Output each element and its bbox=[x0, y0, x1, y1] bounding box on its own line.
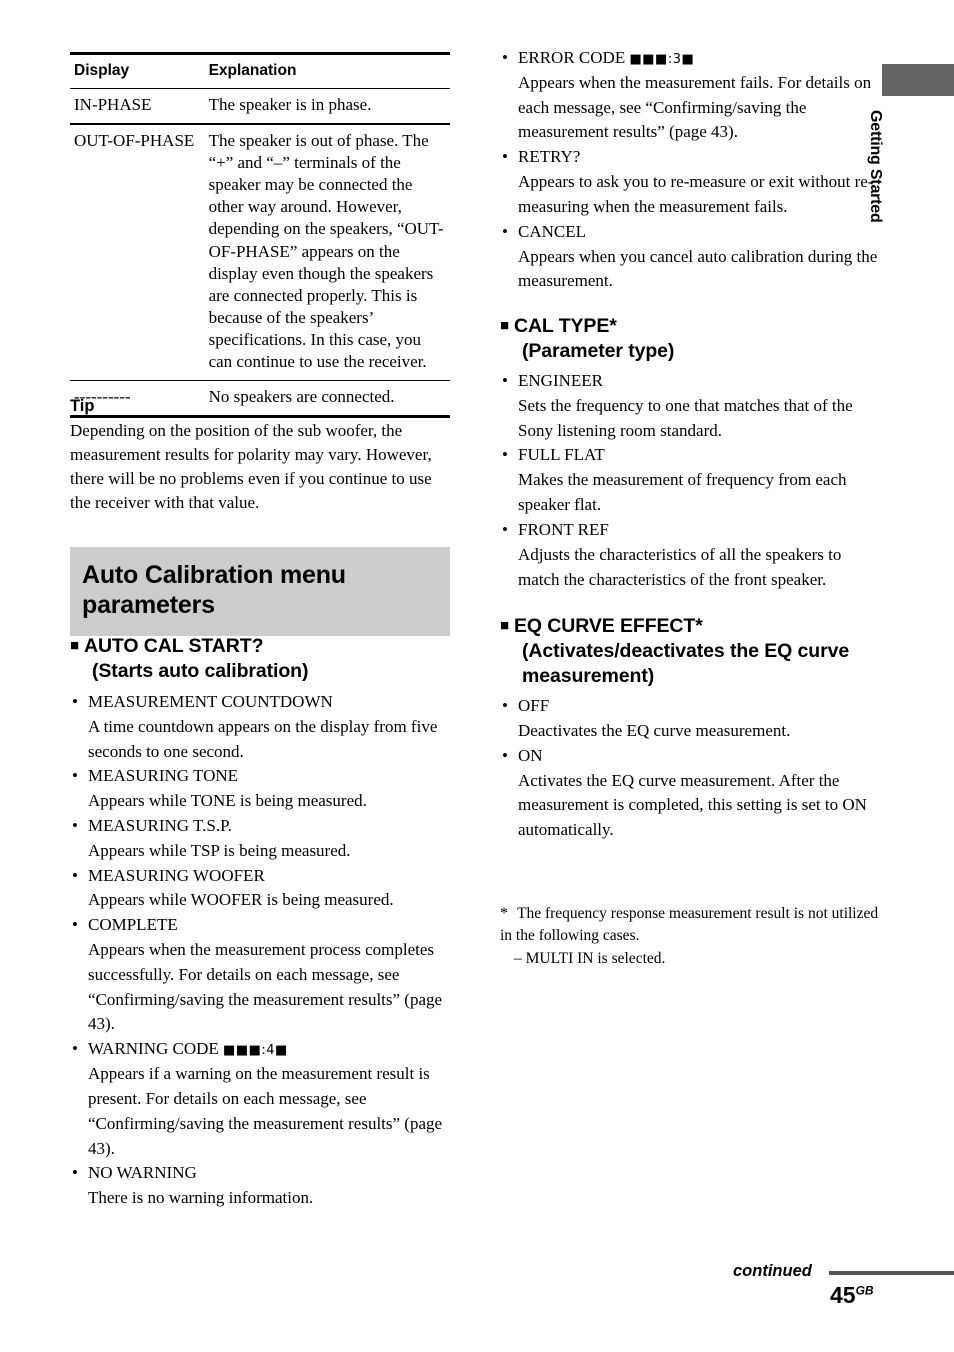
list-item-desc: Adjusts the characteristics of all the s… bbox=[518, 544, 842, 589]
list-item-term: MEASURING WOOFER bbox=[88, 865, 265, 885]
list-item: • FULL FLAT Makes the measurement of fre… bbox=[500, 443, 882, 517]
bullet-icon: • bbox=[502, 519, 508, 539]
footnote-sub-item: – MULTI IN is selected. bbox=[514, 949, 666, 967]
list-item-term: NO WARNING bbox=[88, 1163, 197, 1183]
list-item-code: ■■■:4■ bbox=[223, 1043, 288, 1059]
heading-title: EQ CURVE EFFECT* bbox=[513, 615, 703, 638]
list-item: • MEASUREMENT COUNTDOWN A time countdown… bbox=[70, 690, 452, 764]
square-bullet-icon: ■ bbox=[500, 617, 509, 635]
list-item-desc: Appears if a warning on the measurement … bbox=[88, 1064, 443, 1158]
list-item-term: FULL FLAT bbox=[518, 445, 605, 465]
list-item-desc: Appears when you cancel auto calibration… bbox=[518, 246, 878, 291]
list-item-term: COMPLETE bbox=[88, 915, 178, 935]
list-item-desc: Makes the measurement of frequency from … bbox=[518, 470, 847, 515]
list-error-codes: • ERROR CODE ■■■:3■ Appears when the mea… bbox=[500, 46, 882, 294]
heading-cal-type: ■ CAL TYPE* (Parameter type) bbox=[500, 314, 882, 364]
page-number: 45GB bbox=[830, 1282, 874, 1309]
bullet-icon: • bbox=[72, 865, 78, 885]
left-column: ■ AUTO CAL START? (Starts auto calibratio… bbox=[70, 0, 452, 1211]
list-item-term: RETRY? bbox=[518, 147, 581, 167]
list-item-desc: Appears while TSP is being measured. bbox=[88, 840, 351, 860]
list-item: • CANCEL Appears when you cancel auto ca… bbox=[500, 220, 882, 294]
list-item-code: ■■■:3■ bbox=[629, 52, 695, 67]
list-item-desc: Sets the frequency to one that matches t… bbox=[518, 395, 853, 440]
heading-title: AUTO CAL START? bbox=[83, 635, 264, 657]
heading-subtitle: (Starts auto calibration) bbox=[92, 659, 309, 682]
heading-auto-cal-start: ■ AUTO CAL START? (Starts auto calibratio… bbox=[70, 634, 452, 684]
bullet-icon: • bbox=[502, 745, 508, 765]
list-item-term: ERROR CODE bbox=[518, 48, 630, 67]
bullet-icon: • bbox=[72, 815, 78, 835]
footnote-marker: * bbox=[500, 905, 508, 922]
list-item-term: MEASURING T.S.P. bbox=[88, 815, 232, 835]
list-item: • COMPLETE Appears when the measurement … bbox=[70, 913, 452, 1037]
list-item-desc: Appears when the measurement fails. For … bbox=[518, 72, 872, 142]
page-number-value: 45 bbox=[830, 1282, 856, 1308]
heading-title: CAL TYPE* bbox=[513, 315, 617, 338]
bullet-icon: • bbox=[72, 1039, 78, 1059]
right-column: • ERROR CODE ■■■:3■ Appears when the mea… bbox=[500, 0, 882, 843]
list-item-desc: A time countdown appears on the display … bbox=[88, 716, 438, 761]
list-item: • WARNING CODE ■■■:4■ Appears if a warni… bbox=[70, 1037, 452, 1161]
bullet-icon: • bbox=[502, 221, 508, 241]
bullet-icon: • bbox=[72, 1163, 78, 1183]
heading-subtitle: (Activates/deactivates the EQ curve meas… bbox=[522, 640, 850, 688]
list-item: • MEASURING WOOFER Appears while WOOFER … bbox=[70, 864, 452, 914]
list-item-desc: Appears while WOOFER is being measured. bbox=[88, 890, 394, 910]
bullet-icon: • bbox=[72, 691, 78, 711]
list-item-desc: There is no warning information. bbox=[88, 1188, 314, 1208]
document-page: Getting Started Display Explanation IN-P… bbox=[0, 0, 954, 1352]
list-item-desc: Appears while TONE is being measured. bbox=[88, 791, 367, 811]
list-item: • NO WARNING There is no warning informa… bbox=[70, 1161, 452, 1211]
square-bullet-icon: ■ bbox=[500, 317, 509, 335]
list-item-desc: Appears to ask you to re-measure or exit… bbox=[518, 172, 874, 216]
list-item-term: WARNING CODE bbox=[88, 1039, 224, 1059]
heading-eq-curve-effect: ■ EQ CURVE EFFECT* (Activates/deactivates… bbox=[500, 614, 882, 689]
list-item: • ENGINEER Sets the frequency to one tha… bbox=[500, 369, 882, 443]
bullet-icon: • bbox=[72, 915, 78, 935]
bullet-icon: • bbox=[502, 147, 508, 167]
section-tab-block bbox=[882, 64, 954, 96]
list-item-term: ENGINEER bbox=[518, 371, 603, 391]
bullet-icon: • bbox=[502, 445, 508, 465]
footer-rule bbox=[829, 1271, 954, 1275]
list-item: • RETRY? Appears to ask you to re-measur… bbox=[500, 145, 882, 219]
list-item: • MEASURING T.S.P. Appears while TSP is … bbox=[70, 814, 452, 864]
list-item: • ON Activates the EQ curve measurement.… bbox=[500, 744, 882, 843]
list-item-desc: Activates the EQ curve measurement. Afte… bbox=[518, 770, 867, 840]
list-item-term: MEASUREMENT COUNTDOWN bbox=[88, 691, 333, 711]
list-item-term: CANCEL bbox=[518, 221, 586, 241]
list-eq-curve-effect: • OFF Deactivates the EQ curve measureme… bbox=[500, 694, 882, 843]
list-item: • ERROR CODE ■■■:3■ Appears when the mea… bbox=[500, 46, 882, 145]
list-cal-type: • ENGINEER Sets the frequency to one tha… bbox=[500, 369, 882, 592]
bullet-icon: • bbox=[502, 48, 508, 67]
list-item-term: ON bbox=[518, 745, 543, 765]
list-item-term: MEASURING TONE bbox=[88, 766, 239, 786]
list-item: • FRONT REF Adjusts the characteristics … bbox=[500, 518, 882, 592]
footnote-body: The frequency response measurement resul… bbox=[500, 905, 879, 945]
list-item-term: OFF bbox=[518, 696, 550, 716]
footnote-block: * The frequency response measurement res… bbox=[500, 903, 882, 970]
page-number-suffix: GB bbox=[855, 1283, 874, 1298]
bullet-icon: • bbox=[502, 371, 508, 391]
heading-subtitle: (Parameter type) bbox=[522, 340, 675, 363]
bullet-icon: • bbox=[72, 766, 78, 786]
continued-label: continued bbox=[733, 1262, 812, 1280]
list-auto-cal-start: • MEASUREMENT COUNTDOWN A time countdown… bbox=[70, 690, 452, 1211]
list-item: • MEASURING TONE Appears while TONE is b… bbox=[70, 764, 452, 814]
list-item-desc: Appears when the measurement process com… bbox=[88, 940, 443, 1034]
list-item-term: FRONT REF bbox=[518, 519, 609, 539]
bullet-icon: • bbox=[502, 696, 508, 716]
list-item-desc: Deactivates the EQ curve measurement. bbox=[518, 721, 791, 741]
list-item: • OFF Deactivates the EQ curve measureme… bbox=[500, 694, 882, 744]
square-bullet-icon: ■ bbox=[70, 637, 79, 654]
